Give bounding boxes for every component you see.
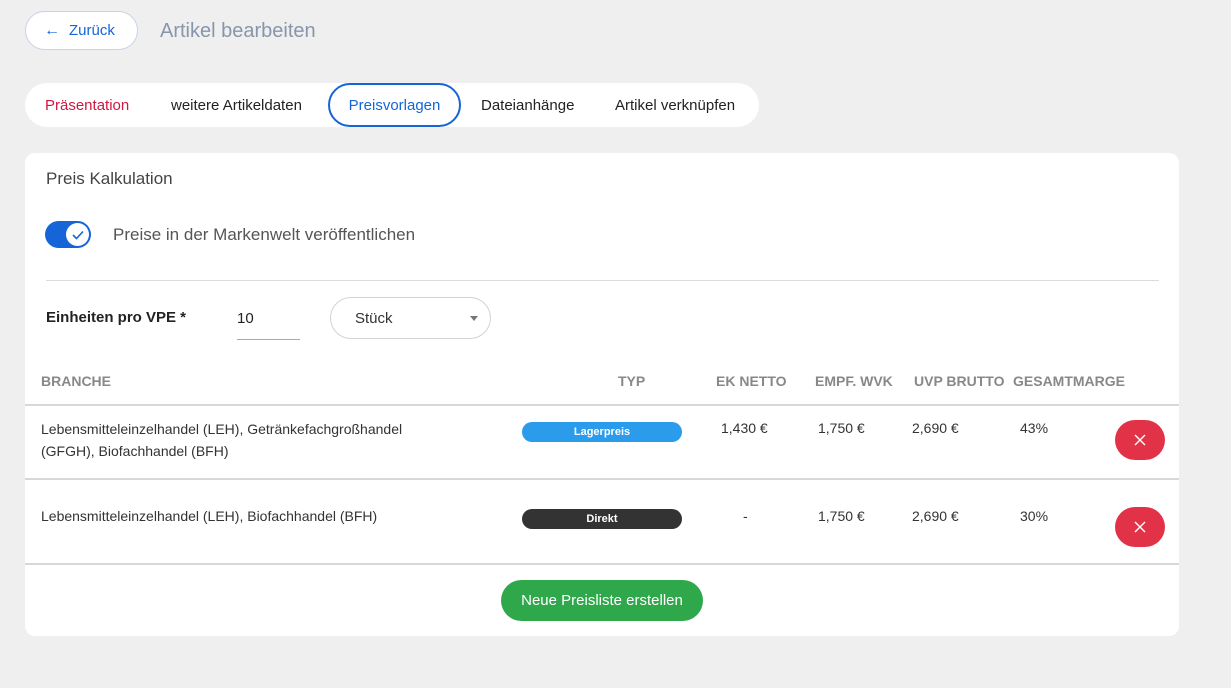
header-branche: BRANCHE (41, 373, 111, 389)
tab-artikel-verknuepfen[interactable]: Artikel verknüpfen (615, 83, 735, 127)
publish-toggle[interactable] (45, 221, 91, 248)
vpe-input[interactable] (237, 298, 300, 340)
new-pricelist-button[interactable]: Neue Preisliste erstellen (501, 580, 703, 621)
vpe-label: Einheiten pro VPE * (46, 309, 187, 326)
row-gesamtmarge: 30% (1020, 508, 1049, 524)
row-branche: Lebensmitteleinzelhandel (LEH), Biofachh… (41, 508, 378, 524)
table-row: Lebensmitteleinzelhandel (LEH), Biofachh… (25, 480, 1179, 563)
header-gesamtmarge: GESAMTMARGE (1013, 373, 1125, 389)
back-button[interactable]: ← Zurück (25, 11, 138, 50)
row-ek-netto: - (743, 508, 748, 524)
tab-preisvorlagen[interactable]: Preisvorlagen (328, 83, 461, 127)
toggle-knob (66, 223, 89, 246)
delete-row-button[interactable] (1115, 507, 1165, 547)
row-gesamtmarge: 43% (1020, 420, 1049, 436)
table-divider (25, 563, 1179, 565)
row-ek-netto: 1,430 € (721, 420, 768, 436)
header-uvp-brutto: UVP BRUTTO (914, 373, 1005, 389)
header-empf-wvk: EMPF. WVK (815, 373, 893, 389)
tab-weitere-artikeldaten[interactable]: weitere Artikeldaten (171, 83, 302, 127)
tab-bar: Präsentation weitere Artikeldaten Preisv… (25, 83, 759, 127)
chevron-down-icon (470, 316, 478, 321)
header-typ: TYP (618, 373, 646, 389)
tab-dateianhaenge[interactable]: Dateianhänge (481, 83, 574, 127)
back-button-label: Zurück (69, 22, 115, 39)
divider (46, 280, 1159, 281)
close-icon (1134, 521, 1146, 533)
page-title: Artikel bearbeiten (160, 20, 316, 42)
row-empf-wvk: 1,750 € (818, 420, 865, 436)
header-ek-netto: EK NETTO (716, 373, 787, 389)
close-icon (1134, 434, 1146, 446)
row-uvp-brutto: 2,690 € (912, 420, 959, 436)
delete-row-button[interactable] (1115, 420, 1165, 460)
row-branche: Lebensmitteleinzelhandel (LEH), Getränke… (41, 421, 403, 459)
unit-select-value: Stück (355, 309, 393, 327)
publish-toggle-label: Preise in der Markenwelt veröffentlichen (113, 225, 416, 244)
table-row: Lebensmitteleinzelhandel (LEH), Getränke… (25, 406, 1179, 478)
type-badge: Direkt (522, 509, 682, 529)
unit-select[interactable]: Stück (330, 297, 491, 339)
row-uvp-brutto: 2,690 € (912, 508, 959, 524)
check-icon (71, 230, 84, 240)
type-badge: Lagerpreis (522, 422, 682, 442)
arrow-left-icon: ← (44, 21, 60, 39)
tab-praesentation[interactable]: Präsentation (45, 83, 129, 127)
row-empf-wvk: 1,750 € (818, 508, 865, 524)
price-calculation-card: Preis Kalkulation Preise in der Markenwe… (25, 153, 1179, 636)
card-title: Preis Kalkulation (46, 169, 173, 188)
